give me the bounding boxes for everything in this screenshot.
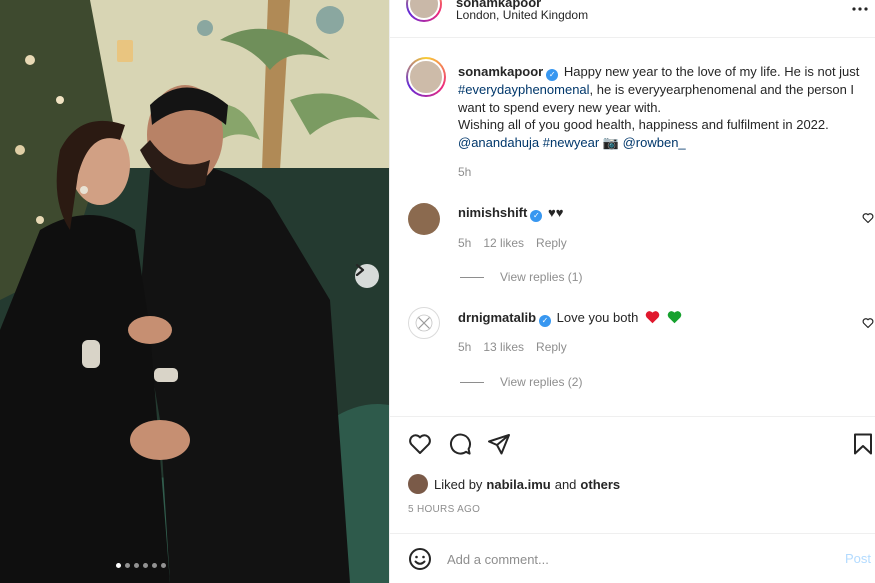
comment-time[interactable]: 5h <box>458 340 471 354</box>
comment-text: Love you both <box>556 310 639 325</box>
verified-badge-icon: ✓ <box>539 315 552 327</box>
next-photo-button[interactable] <box>355 264 379 288</box>
comment-icon[interactable] <box>448 432 472 456</box>
comment-likes[interactable]: 12 likes <box>483 236 524 250</box>
caption-author-avatar[interactable] <box>406 57 446 97</box>
like-comment-heart-icon[interactable] <box>862 212 874 224</box>
section-divider <box>390 416 875 417</box>
post-photo[interactable] <box>0 0 389 583</box>
view-replies-label: View replies (1) <box>500 270 583 284</box>
post-header: sonamkapoor London, United Kingdom <box>390 0 875 38</box>
carousel-dot <box>125 563 130 568</box>
post-comment-button[interactable]: Post <box>845 551 871 566</box>
like-comment-heart-icon[interactable] <box>862 317 874 329</box>
divider-line <box>460 381 484 383</box>
mention-link[interactable]: @rowben_ <box>623 135 686 150</box>
logo-icon <box>415 314 433 332</box>
liked-by-joiner: and <box>554 476 577 492</box>
view-replies-button[interactable]: View replies (2) <box>460 375 582 389</box>
verified-badge-icon: ✓ <box>546 69 559 81</box>
bookmark-icon[interactable] <box>851 432 875 456</box>
author-avatar[interactable] <box>406 0 442 22</box>
caption-text: Wishing all of you good health, happines… <box>458 117 829 132</box>
carousel-dot <box>161 563 166 568</box>
comment-username[interactable]: drnigmatalib <box>458 310 536 325</box>
post-timestamp[interactable]: 5 HOURS AGO <box>408 504 480 515</box>
red-heart-icon <box>645 311 660 324</box>
post-location[interactable]: London, United Kingdom <box>456 8 588 22</box>
caption-timestamp[interactable]: 5h <box>458 165 471 179</box>
comment: nimishshift ✓ ♥♥ <box>458 205 563 222</box>
like-heart-icon[interactable] <box>408 432 432 456</box>
comment-meta: 5h 13 likes Reply <box>458 340 567 354</box>
commenter-avatar[interactable] <box>408 307 440 339</box>
carousel-dot <box>152 563 157 568</box>
liker-avatar[interactable] <box>408 474 428 494</box>
couple-photo-illustration <box>0 0 389 583</box>
commenter-avatar[interactable] <box>408 203 440 235</box>
section-divider <box>390 533 875 534</box>
post-caption: sonamkapoor ✓ Happy new year to the love … <box>458 63 863 151</box>
hashtag-link[interactable]: #newyear <box>543 135 599 150</box>
comment-time[interactable]: 5h <box>458 236 471 250</box>
liker-username[interactable]: nabila.imu <box>486 477 550 492</box>
hashtag-link[interactable]: #everydayphenomenal <box>458 82 590 97</box>
caption-text: Happy new year to the love of my life. H… <box>563 64 860 79</box>
reply-button[interactable]: Reply <box>536 340 567 354</box>
comment-meta: 5h 12 likes Reply <box>458 236 567 250</box>
add-comment-input[interactable] <box>447 548 827 570</box>
verified-badge-icon: ✓ <box>530 210 543 222</box>
liked-by-prefix: Liked by <box>434 476 483 492</box>
ellipsis-icon <box>852 7 868 11</box>
carousel-dot <box>116 563 121 568</box>
view-replies-label: View replies (2) <box>500 375 583 389</box>
comment-username[interactable]: nimishshift <box>458 205 527 220</box>
reply-button[interactable]: Reply <box>536 236 567 250</box>
divider-line <box>460 276 484 278</box>
camera-emoji: 📷 <box>602 134 619 150</box>
post-details-panel: sonamkapoor London, United Kingdom sonam… <box>389 0 875 583</box>
carousel-dot <box>143 563 148 568</box>
green-heart-icon <box>667 311 681 324</box>
likes-others-link[interactable]: others <box>580 477 620 492</box>
carousel-indicator <box>116 563 166 568</box>
mention-link[interactable]: @anandahuja <box>458 135 539 150</box>
caption-username[interactable]: sonamkapoor <box>458 64 543 79</box>
chevron-right-icon <box>355 264 365 276</box>
liked-by-summary: Liked by nabila.imu and others <box>408 474 624 494</box>
view-replies-button[interactable]: View replies (1) <box>460 270 582 284</box>
carousel-dot <box>134 563 139 568</box>
paper-plane-icon[interactable] <box>487 432 511 456</box>
comment: drnigmatalib ✓ Love you both <box>458 310 682 327</box>
emoji-icon[interactable] <box>408 547 432 571</box>
comment-text: ♥♥ <box>547 205 564 220</box>
comment-likes[interactable]: 13 likes <box>483 340 524 354</box>
more-options-icon[interactable] <box>852 0 868 16</box>
